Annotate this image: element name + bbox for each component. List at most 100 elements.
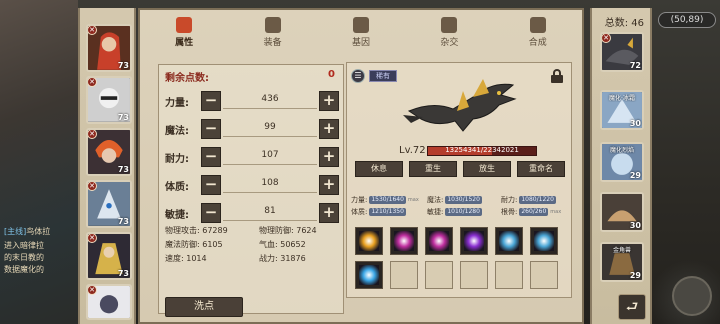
hybrid-icon (441, 16, 458, 33)
pet-card[interactable]: ✕ 72 (600, 32, 644, 72)
pet-attribute-panel: 属性 装备 基因 杂交 合成 剩余点数: 0 力量: − 436 + 魔法: − … (138, 8, 584, 324)
plus-button[interactable]: + (319, 147, 339, 167)
hero-level: 73 (117, 113, 129, 122)
back-arrow-icon[interactable]: ⮐ (618, 294, 646, 320)
plus-button[interactable]: + (319, 175, 339, 195)
plus-button[interactable]: + (319, 119, 339, 139)
plus-button[interactable]: + (319, 91, 339, 111)
remove-badge-icon[interactable]: ✕ (88, 182, 97, 191)
pet-name: 金角兽 (612, 247, 631, 254)
speed: 速度: 1014 (165, 254, 207, 263)
hero-level: 73 (117, 269, 129, 278)
minus-button[interactable]: − (201, 119, 221, 139)
empty-skill-slot[interactable] (530, 261, 558, 289)
map-node[interactable] (672, 276, 712, 316)
pet-level: 30 (629, 119, 641, 128)
skill-glyph-icon (429, 231, 449, 251)
release-button[interactable]: 放生 (463, 161, 511, 177)
skill-glyph-icon (499, 231, 519, 251)
stat-row-endurance: 耐力: − 107 + (165, 147, 339, 167)
physical-defense: 物理防御: 7624 (259, 226, 317, 235)
minus-button[interactable]: − (201, 203, 221, 223)
physical-attack: 物理攻击: 67289 (165, 226, 228, 235)
stat-value: 107 (223, 150, 317, 165)
lock-icon[interactable] (551, 69, 563, 83)
pet-card[interactable]: 魔化烈焰 29 (600, 142, 644, 182)
reset-points-button[interactable]: 洗点 (165, 297, 243, 317)
remove-badge-icon[interactable]: ✕ (88, 286, 97, 295)
menu-icon[interactable]: ☰ (351, 69, 365, 83)
skill-glyph-icon (359, 231, 379, 251)
remove-badge-icon[interactable]: ✕ (602, 34, 611, 43)
empty-skill-slot[interactable] (390, 261, 418, 289)
left-hero-list[interactable]: ✕ 73 ✕ 73 ✕ 73 ✕ 73 ✕ 73 ✕ (78, 8, 136, 324)
map-coordinate: (50,89) (658, 12, 716, 28)
pet-creature-image (403, 79, 517, 132)
remove-badge-icon[interactable]: ✕ (88, 26, 97, 35)
tab-hybrid[interactable]: 杂交 (419, 16, 479, 48)
hero-card[interactable]: ✕ 73 (86, 232, 132, 280)
rebirth-button[interactable]: 重生 (409, 161, 457, 177)
pet-card[interactable]: 魔化·冰霜 30 (600, 90, 644, 130)
stat-value: 81 (223, 206, 317, 221)
pet-detail: ☰ 稀有 Lv.72 13254341/22342021 休息 重生 放生 重命… (346, 62, 572, 298)
hero-card[interactable]: ✕ 73 (86, 24, 132, 72)
remove-badge-icon[interactable]: ✕ (88, 234, 97, 243)
hero-level: 73 (117, 61, 129, 70)
pet-name: 魔化·冰霜 (609, 95, 635, 102)
tab-attributes[interactable]: 属性 (154, 16, 214, 48)
quest-tracker-line3: 的末日教的 (4, 253, 44, 262)
armor-icon (264, 16, 281, 33)
growth-stat: 根骨: 260/260 max (501, 208, 562, 216)
skill-icon[interactable] (460, 227, 488, 255)
stat-row-magic: 魔法: − 99 + (165, 119, 339, 139)
quest-tracker-line1[interactable]: [主线]鸟体拉 (4, 226, 78, 238)
skill-icon[interactable] (390, 227, 418, 255)
minus-button[interactable]: − (201, 147, 221, 167)
rarity-badge: 稀有 (369, 70, 397, 82)
rest-button[interactable]: 休息 (355, 161, 403, 177)
skill-icon[interactable] (530, 227, 558, 255)
stat-value: 99 (223, 122, 317, 137)
plus-button[interactable]: + (319, 203, 339, 223)
remove-badge-icon[interactable]: ✕ (88, 130, 97, 139)
tab-synthesis[interactable]: 合成 (508, 16, 568, 48)
skill-glyph-icon (359, 265, 379, 285)
pet-card[interactable]: 30 (600, 192, 644, 232)
empty-skill-slot[interactable] (460, 261, 488, 289)
hero-card[interactable]: ✕ 73 (86, 180, 132, 228)
skill-icon[interactable] (495, 227, 523, 255)
minus-button[interactable]: − (201, 91, 221, 111)
remaining-points-value: 0 (328, 69, 335, 80)
tab-bar: 属性 装备 基因 杂交 合成 (140, 10, 582, 54)
growth-stat: 力量: 1530/1640 max (351, 196, 419, 204)
quest-tracker-line4: 数据魔化的 (4, 265, 44, 274)
synthesis-icon (529, 16, 546, 33)
minus-button[interactable]: − (201, 175, 221, 195)
tab-gene[interactable]: 基因 (331, 16, 391, 48)
stat-value: 436 (223, 94, 317, 109)
flame-icon (176, 16, 193, 33)
growth-stat: 魔法: 1030/1520 (427, 196, 482, 204)
skill-glyph-icon (394, 231, 414, 251)
empty-skill-slot[interactable] (495, 261, 523, 289)
growth-stat: 敏捷: 1010/1280 (427, 208, 482, 216)
skill-icon[interactable] (355, 227, 383, 255)
skill-icon[interactable] (425, 227, 453, 255)
empty-skill-slot[interactable] (425, 261, 453, 289)
tab-equipment[interactable]: 装备 (243, 16, 303, 48)
hero-card[interactable]: ✕ (86, 284, 132, 320)
remove-badge-icon[interactable]: ✕ (88, 78, 97, 87)
hero-card[interactable]: ✕ 73 (86, 76, 132, 124)
gene-icon (352, 16, 369, 33)
skill-icon[interactable] (355, 261, 383, 289)
pet-action-row: 休息 重生 放生 重命名 (355, 161, 565, 177)
pet-level: Lv.72 (399, 145, 426, 156)
growth-stat: 耐力: 1080/1220 (501, 196, 556, 204)
rename-button[interactable]: 重命名 (517, 161, 565, 177)
hero-level: 73 (117, 217, 129, 226)
growth-stat: 体质: 1210/1350 (351, 208, 406, 216)
hero-card[interactable]: ✕ 73 (86, 128, 132, 176)
right-pet-list[interactable]: 总数: 46 ✕ 72 魔化·冰霜 30 魔化烈焰 29 30 金角兽 29 (590, 8, 652, 324)
pet-card[interactable]: 金角兽 29 (600, 242, 644, 282)
